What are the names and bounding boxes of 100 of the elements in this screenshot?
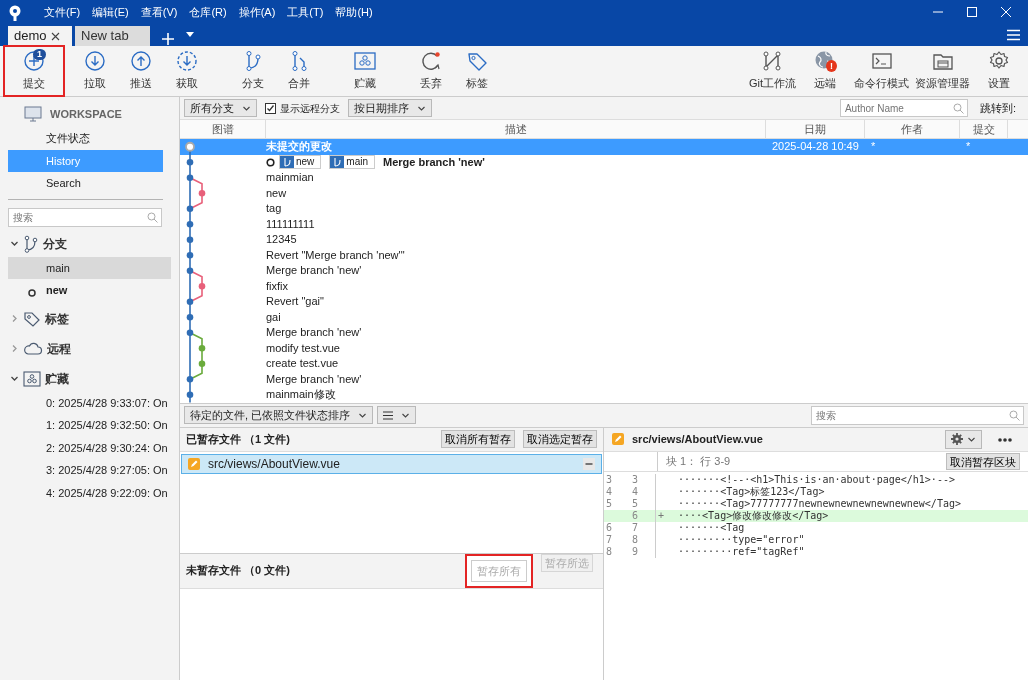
history-row[interactable]: 12345 xyxy=(180,232,1028,248)
toolbar-button[interactable]: 分支 xyxy=(230,46,276,96)
sidebar-item[interactable]: 文件状态 xyxy=(8,127,163,150)
toolbar-button[interactable]: Git工作流 xyxy=(748,46,796,96)
tag-icon xyxy=(23,309,41,328)
flow-icon xyxy=(761,50,784,73)
commit-message: fixfix xyxy=(266,278,288,294)
dashed-down-circle-icon xyxy=(176,50,198,73)
toolbar-button[interactable]: 标签 xyxy=(454,46,500,96)
history-row[interactable]: 111111111 xyxy=(180,216,1028,232)
history-row[interactable]: gai xyxy=(180,309,1028,325)
toolbar-button[interactable]: 丢弃 xyxy=(408,46,454,96)
commit-message: Merge branch 'new' xyxy=(266,371,362,387)
branch-label[interactable]: main xyxy=(329,155,376,170)
menu-item[interactable]: 查看(V) xyxy=(134,3,184,21)
commit-message: mainmain修改 xyxy=(266,387,336,402)
sidebar-item[interactable]: 3: 2025/4/28 9:27:05: On xyxy=(8,459,171,482)
menu-item[interactable]: 仓库(R) xyxy=(183,3,233,21)
toolbar-button[interactable]: 拉取 xyxy=(72,46,118,96)
sort-dropdown[interactable]: 按日期排序 xyxy=(348,99,432,117)
toolbar-button[interactable]: 合并 xyxy=(276,46,322,96)
menu-item[interactable]: 工具(T) xyxy=(281,3,330,21)
menu-icon xyxy=(1007,28,1020,41)
toolbar-button[interactable]: 设置 xyxy=(976,46,1022,96)
group-title[interactable]: 标签 xyxy=(45,309,69,328)
column-header[interactable]: 提交 xyxy=(960,120,1008,138)
stage-button[interactable]: 取消所有暂存 xyxy=(441,430,515,448)
view-mode-button[interactable] xyxy=(377,406,417,424)
commit-message: Merge branch 'new' xyxy=(383,154,485,170)
history-row[interactable]: create test.vue xyxy=(180,356,1028,372)
history-row[interactable]: fixfix xyxy=(180,278,1028,294)
sidebar-item[interactable]: 4: 2025/4/28 9:22:09: On xyxy=(8,481,171,504)
history-row[interactable]: Merge branch 'new' xyxy=(180,371,1028,387)
group-title[interactable]: 贮藏 xyxy=(45,369,69,388)
toolbar-button[interactable]: 贮藏 xyxy=(342,46,388,96)
sidebar-item[interactable]: Search xyxy=(8,172,163,195)
menu-item[interactable]: 文件(F) xyxy=(38,3,87,21)
expand-icon xyxy=(10,239,19,248)
cloud-icon xyxy=(23,340,43,357)
history-row[interactable]: new xyxy=(180,185,1028,201)
search-icon xyxy=(1009,409,1020,421)
unstage-hunk-button[interactable]: 取消暂存区块 xyxy=(946,452,1020,470)
sidebar-item[interactable]: main xyxy=(8,256,171,279)
diff-line: 5 5 ·······<Tag>77777777newnewnewnewnewnewnew</Tag> xyxy=(605,497,962,510)
history-row[interactable]: mainmian xyxy=(180,170,1028,186)
tab[interactable]: demo xyxy=(8,26,72,46)
toolbar-button[interactable]: 推送 xyxy=(118,46,164,96)
down-arrow-circle-icon xyxy=(84,50,106,73)
commit-message: modify test.vue xyxy=(266,340,340,356)
sidebar-item[interactable]: 1: 2025/4/28 9:32:50: On xyxy=(8,414,171,437)
history-row[interactable]: Merge branch 'new' xyxy=(180,263,1028,279)
diff-line: 6 7 ·······<Tag xyxy=(605,521,746,534)
search-field[interactable]: 搜索 xyxy=(811,405,1024,425)
menu-item[interactable]: 编辑(E) xyxy=(86,3,135,21)
diff-line: 8 9 ·········ref="tagRef" xyxy=(605,545,806,558)
column-header[interactable]: 作者 xyxy=(865,120,960,138)
search-field[interactable]: 搜索 xyxy=(8,207,162,227)
checkbox[interactable] xyxy=(265,102,276,114)
toolbar-button[interactable]: 命令行模式 xyxy=(854,46,909,96)
settings-dropdown[interactable] xyxy=(945,429,982,449)
toolbar-button[interactable]: 远端 ! xyxy=(802,46,848,96)
history-row[interactable]: Revert "gai" xyxy=(180,294,1028,310)
stage-button[interactable]: 取消选定暂存 xyxy=(523,430,597,448)
history-row[interactable]: mainmain修改 xyxy=(180,387,1028,403)
history-row[interactable]: tag xyxy=(180,201,1028,217)
author-field[interactable]: Author Name xyxy=(839,99,968,117)
toolbar-button[interactable]: 资源管理器 xyxy=(915,46,970,96)
tab[interactable]: New tab xyxy=(75,26,150,46)
commit-message: create test.vue xyxy=(266,356,339,371)
branch-icon xyxy=(23,234,39,253)
branch-label[interactable]: new xyxy=(279,155,322,170)
toolbar-button[interactable]: 提交 1 xyxy=(4,46,64,96)
close-icon xyxy=(1000,6,1012,18)
history-row[interactable]: Merge branch 'new' xyxy=(180,325,1028,341)
commit-message: 12345 xyxy=(266,232,297,247)
menu-item[interactable]: 操作(A) xyxy=(232,3,282,21)
sidebar-item[interactable]: new xyxy=(8,279,171,302)
toolbar-button[interactable]: 获取 xyxy=(164,46,210,96)
column-header[interactable]: 描述 xyxy=(266,120,766,138)
history-row[interactable]: new main Merge branch 'new' xyxy=(180,154,1028,170)
sidebar-item[interactable]: 2: 2025/4/28 9:30:24: On xyxy=(8,436,171,459)
file-row[interactable]: src/views/AboutView.vue xyxy=(181,453,602,474)
branch-filter-dropdown[interactable]: 所有分支 xyxy=(184,99,257,117)
column-header[interactable]: 图谱 xyxy=(180,120,266,138)
commit-message: 111111111 xyxy=(266,216,315,232)
current-branch-icon xyxy=(28,289,36,298)
history-row[interactable]: Revert "Merge branch 'new'" xyxy=(180,247,1028,263)
tag-icon xyxy=(466,50,488,73)
menu-item[interactable]: 帮助(H) xyxy=(329,3,379,21)
commit-hash: * xyxy=(966,140,971,152)
sidebar-item[interactable]: 0: 2025/4/28 9:33:07: On xyxy=(8,391,171,414)
file-sort-dropdown[interactable]: 待定的文件, 已依照文件状态排序 xyxy=(184,406,374,424)
column-header[interactable]: 日期 xyxy=(766,120,865,138)
group-title[interactable]: 分支 xyxy=(43,234,67,253)
group-title[interactable]: 远程 xyxy=(47,339,71,358)
history-row[interactable]: modify test.vue xyxy=(180,340,1028,356)
checkbox-label: 显示远程分支 xyxy=(280,101,340,116)
count-badge: 1 xyxy=(33,49,46,60)
expand-icon xyxy=(10,374,19,383)
dropdown-icon xyxy=(186,32,194,38)
